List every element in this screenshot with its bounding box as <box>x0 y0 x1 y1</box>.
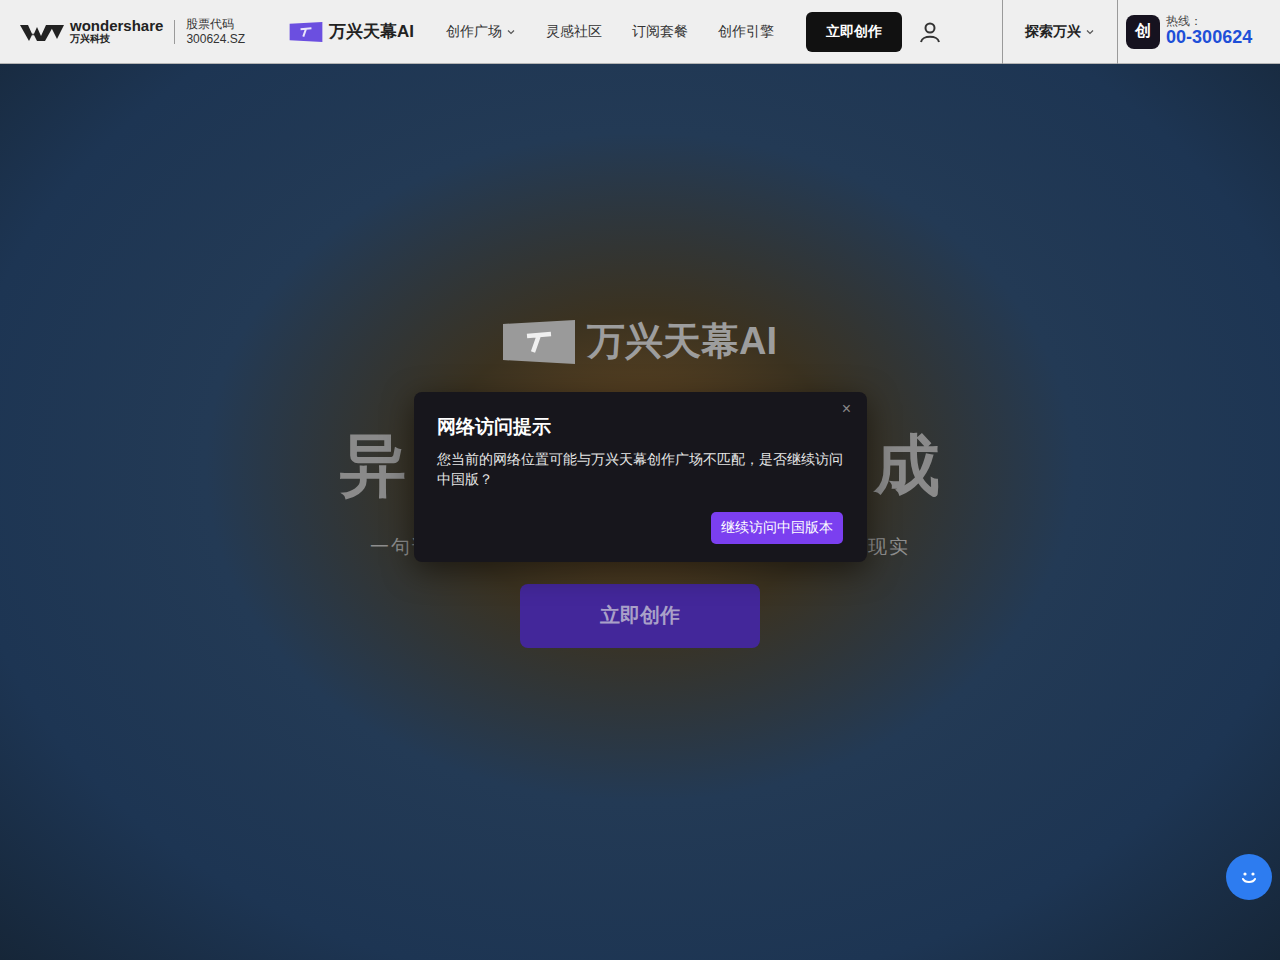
wondershare-logo-icon <box>20 21 64 43</box>
create-button[interactable]: 立即创作 <box>806 12 902 52</box>
hero-create-button[interactable]: 立即创作 <box>520 584 760 648</box>
user-icon <box>918 20 942 44</box>
divider <box>1002 0 1003 64</box>
nav-item[interactable]: 灵感社区 <box>546 23 602 41</box>
stock-info: 股票代码300624.SZ <box>186 17 245 47</box>
main-nav: 创作广场 灵感社区 订阅套餐 创作引擎 <box>446 23 774 41</box>
divider <box>174 20 175 44</box>
product-logo[interactable]: 万兴天幕AI <box>289 20 414 43</box>
hero-logo: 万兴天幕AI <box>503 316 777 367</box>
explore-menu[interactable]: 探索万兴 <box>1003 23 1117 41</box>
top-nav: wondershare万兴科技股票代码300624.SZ万兴天幕AI创作广场灵感… <box>0 0 1280 64</box>
user-button[interactable] <box>918 20 942 44</box>
brand-cn: 万兴科技 <box>70 34 163 45</box>
brand-logo[interactable]: wondershare万兴科技 <box>20 18 163 44</box>
nav-item[interactable]: 创作广场 <box>446 23 516 41</box>
continue-button[interactable]: 继续访问中国版本 <box>711 512 843 544</box>
page: wondershare万兴科技股票代码300624.SZ万兴天幕AI创作广场灵感… <box>0 0 1280 960</box>
smile-icon <box>1236 864 1262 890</box>
hotline-number: 00-300624 <box>1166 28 1252 48</box>
hotline-label: 热线： <box>1166 15 1252 28</box>
close-button[interactable]: × <box>838 398 855 420</box>
hero: 万兴天幕AI异成一句话生成视频/图片/音乐，全AI创作流程，灵感秒变现实立即创作… <box>0 64 1280 960</box>
product-flag-icon <box>289 22 323 42</box>
chevron-down-icon <box>506 27 516 37</box>
app-badge[interactable]: 创 <box>1126 15 1160 49</box>
chevron-down-icon <box>1085 27 1095 37</box>
nav-item[interactable]: 订阅套餐 <box>632 23 688 41</box>
dialog-message: 您当前的网络位置可能与万兴天幕创作广场不匹配，是否继续访问中国版？ <box>437 450 843 490</box>
nav-item[interactable]: 创作引擎 <box>718 23 774 41</box>
chat-button[interactable] <box>1226 854 1272 900</box>
hotline: 创热线：00-300624 <box>1118 15 1252 49</box>
brand-name: wondershare <box>70 18 163 34</box>
dialog-title: 网络访问提示 <box>437 414 843 440</box>
network-dialog: ×网络访问提示您当前的网络位置可能与万兴天幕创作广场不匹配，是否继续访问中国版？… <box>414 392 867 562</box>
divider <box>1117 0 1118 64</box>
hero-flag-icon <box>503 320 575 364</box>
